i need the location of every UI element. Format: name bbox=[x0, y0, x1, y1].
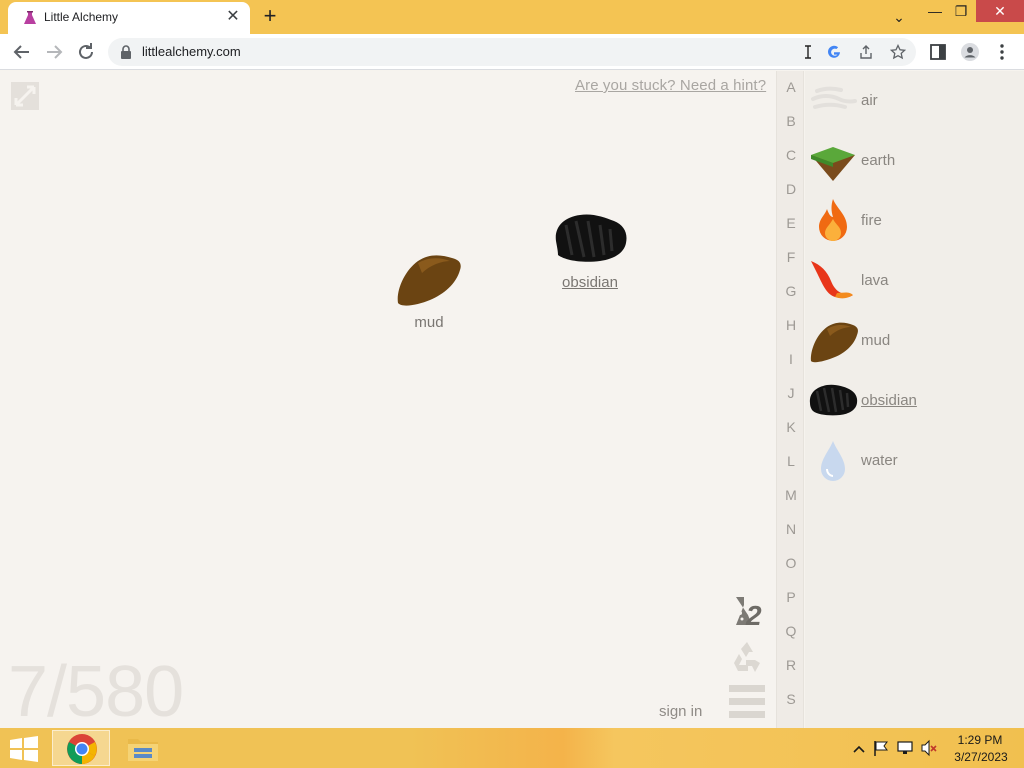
maximize-button[interactable]: ❐ bbox=[944, 0, 978, 22]
alphabet-letter-q[interactable]: Q bbox=[777, 623, 805, 639]
share-icon[interactable] bbox=[858, 44, 874, 60]
alphabet-letter-b[interactable]: B bbox=[777, 113, 805, 129]
list-item-water[interactable]: water bbox=[805, 431, 1024, 491]
address-bar[interactable]: littlealchemy.com bbox=[108, 38, 916, 66]
new-tab-button[interactable]: + bbox=[258, 5, 282, 29]
url-text[interactable]: littlealchemy.com bbox=[142, 44, 241, 59]
svg-text:2: 2 bbox=[745, 600, 762, 629]
element-name: lava bbox=[861, 272, 889, 289]
element-list: air earth fire lava mud obsidian water bbox=[805, 71, 1024, 728]
alphabet-letter-f[interactable]: F bbox=[777, 249, 805, 265]
text-cursor-icon bbox=[805, 45, 811, 59]
alphabet-letter-j[interactable]: J bbox=[777, 385, 805, 401]
alphabet-letter-m[interactable]: M bbox=[777, 487, 805, 503]
recycle-icon[interactable] bbox=[730, 639, 764, 673]
tab-close-icon[interactable]: ✕ bbox=[224, 8, 242, 26]
list-item-earth[interactable]: earth bbox=[805, 131, 1024, 191]
alphabet-letter-k[interactable]: K bbox=[777, 419, 805, 435]
alphabet-letter-l[interactable]: L bbox=[777, 453, 805, 469]
chrome-icon bbox=[67, 734, 97, 764]
taskbar-chrome-button[interactable] bbox=[52, 730, 110, 766]
alphabet-letter-o[interactable]: O bbox=[777, 555, 805, 571]
alphabet-letter-g[interactable]: G bbox=[777, 283, 805, 299]
element-name: water bbox=[861, 452, 898, 469]
reload-icon[interactable] bbox=[74, 40, 98, 64]
element-name: fire bbox=[861, 212, 882, 229]
windows-start-icon[interactable] bbox=[8, 736, 40, 762]
list-item-fire[interactable]: fire bbox=[805, 191, 1024, 251]
element-name: obsidian bbox=[861, 392, 917, 409]
mud-icon bbox=[397, 255, 461, 306]
google-icon[interactable] bbox=[826, 44, 842, 60]
alphabet-index: A B C D E F G H I J K L M N O P Q R S bbox=[776, 71, 804, 728]
volume-muted-icon[interactable] bbox=[920, 739, 938, 757]
lock-icon[interactable] bbox=[120, 45, 132, 59]
alphabet-letter-p[interactable]: P bbox=[777, 589, 805, 605]
list-item-lava[interactable]: lava bbox=[805, 251, 1024, 311]
taskbar-clock-date[interactable]: 3/27/2023 bbox=[948, 750, 1014, 764]
profile-avatar-icon[interactable] bbox=[960, 42, 980, 62]
forward-arrow-icon[interactable] bbox=[42, 40, 66, 64]
workspace-element-mud[interactable]: mud bbox=[394, 251, 464, 331]
fullscreen-icon[interactable] bbox=[10, 81, 40, 111]
show-hidden-icons-chevron-icon[interactable] bbox=[850, 740, 868, 758]
lava-icon bbox=[811, 261, 853, 299]
kebab-menu-icon[interactable] bbox=[992, 42, 1012, 62]
earth-icon bbox=[811, 147, 855, 181]
back-arrow-icon[interactable] bbox=[10, 40, 34, 64]
workspace-element-obsidian[interactable]: obsidian bbox=[550, 211, 630, 291]
element-name: mud bbox=[861, 332, 891, 349]
workspace-element-label: mud bbox=[414, 314, 444, 331]
taskbar-file-explorer-button[interactable] bbox=[114, 730, 172, 766]
list-item-obsidian[interactable]: obsidian bbox=[805, 371, 1024, 431]
alphabet-letter-i[interactable]: I bbox=[777, 351, 805, 367]
water-icon bbox=[821, 441, 845, 481]
alphabet-letter-r[interactable]: R bbox=[777, 657, 805, 673]
tab-little-alchemy[interactable]: Little Alchemy ✕ bbox=[8, 2, 250, 34]
menu-icon[interactable] bbox=[729, 683, 765, 719]
side-panel-icon[interactable] bbox=[928, 42, 948, 62]
mud-icon bbox=[810, 322, 858, 363]
workspace[interactable]: Are you stuck? Need a hint? mud obsidian… bbox=[0, 71, 776, 728]
folder-icon bbox=[128, 739, 158, 761]
sign-in-link[interactable]: sign in bbox=[659, 703, 702, 720]
network-icon[interactable] bbox=[896, 739, 914, 757]
alphabet-letter-a[interactable]: A bbox=[777, 79, 805, 95]
alphabet-letter-e[interactable]: E bbox=[777, 215, 805, 231]
air-icon bbox=[811, 86, 857, 109]
tab-strip: Little Alchemy ✕ + ⌄ — ❐ ✕ bbox=[0, 0, 1024, 34]
browser-toolbar: littlealchemy.com bbox=[0, 34, 1024, 70]
tab-title: Little Alchemy bbox=[44, 10, 119, 24]
little-alchemy-2-icon[interactable]: 2 bbox=[728, 591, 766, 629]
flask-icon bbox=[24, 11, 36, 24]
alphabet-letter-d[interactable]: D bbox=[777, 181, 805, 197]
little-alchemy-page: Are you stuck? Need a hint? mud obsidian… bbox=[0, 71, 1024, 728]
alphabet-letter-s[interactable]: S bbox=[777, 691, 805, 707]
alphabet-letter-c[interactable]: C bbox=[777, 147, 805, 163]
discovered-counter: 7/580 bbox=[8, 652, 184, 728]
hint-link[interactable]: Are you stuck? Need a hint? bbox=[575, 77, 766, 94]
bookmark-star-icon[interactable] bbox=[890, 44, 906, 60]
list-item-air[interactable]: air bbox=[805, 71, 1024, 131]
element-name: air bbox=[861, 92, 878, 109]
tab-search-dropdown-icon[interactable]: ⌄ bbox=[882, 6, 916, 28]
action-center-flag-icon[interactable] bbox=[872, 739, 890, 757]
windows-taskbar: 1:29 PM 3/27/2023 bbox=[0, 728, 1024, 768]
workspace-element-label: obsidian bbox=[562, 274, 618, 291]
taskbar-clock-time[interactable]: 1:29 PM bbox=[950, 733, 1010, 747]
obsidian-icon bbox=[555, 214, 627, 262]
fire-icon bbox=[819, 199, 847, 241]
close-window-button[interactable]: ✕ bbox=[976, 0, 1024, 22]
element-name: earth bbox=[861, 152, 896, 169]
list-item-mud[interactable]: mud bbox=[805, 311, 1024, 371]
alphabet-letter-h[interactable]: H bbox=[777, 317, 805, 333]
alphabet-letter-n[interactable]: N bbox=[777, 521, 805, 537]
obsidian-icon bbox=[809, 384, 858, 416]
